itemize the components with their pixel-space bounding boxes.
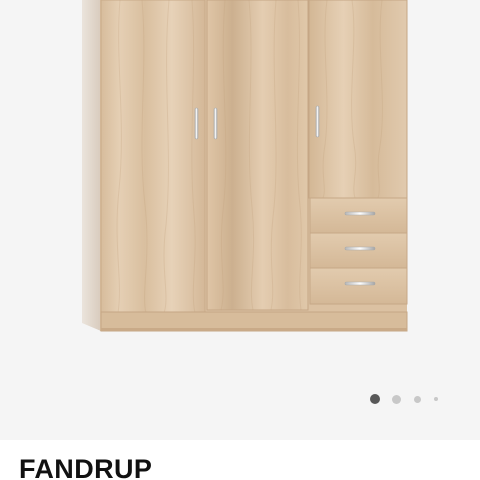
image-dot-3[interactable] xyxy=(414,395,421,403)
image-pagination-dots[interactable] xyxy=(370,392,438,406)
wardrobe-product-image xyxy=(82,0,408,332)
image-dot-1[interactable] xyxy=(370,394,380,404)
product-title: FANDRUP xyxy=(19,454,153,480)
product-image-gallery[interactable] xyxy=(0,0,480,440)
image-dot-4[interactable] xyxy=(434,397,438,401)
product-screen: FANDRUP xyxy=(0,0,480,480)
image-dot-2[interactable] xyxy=(392,394,401,404)
